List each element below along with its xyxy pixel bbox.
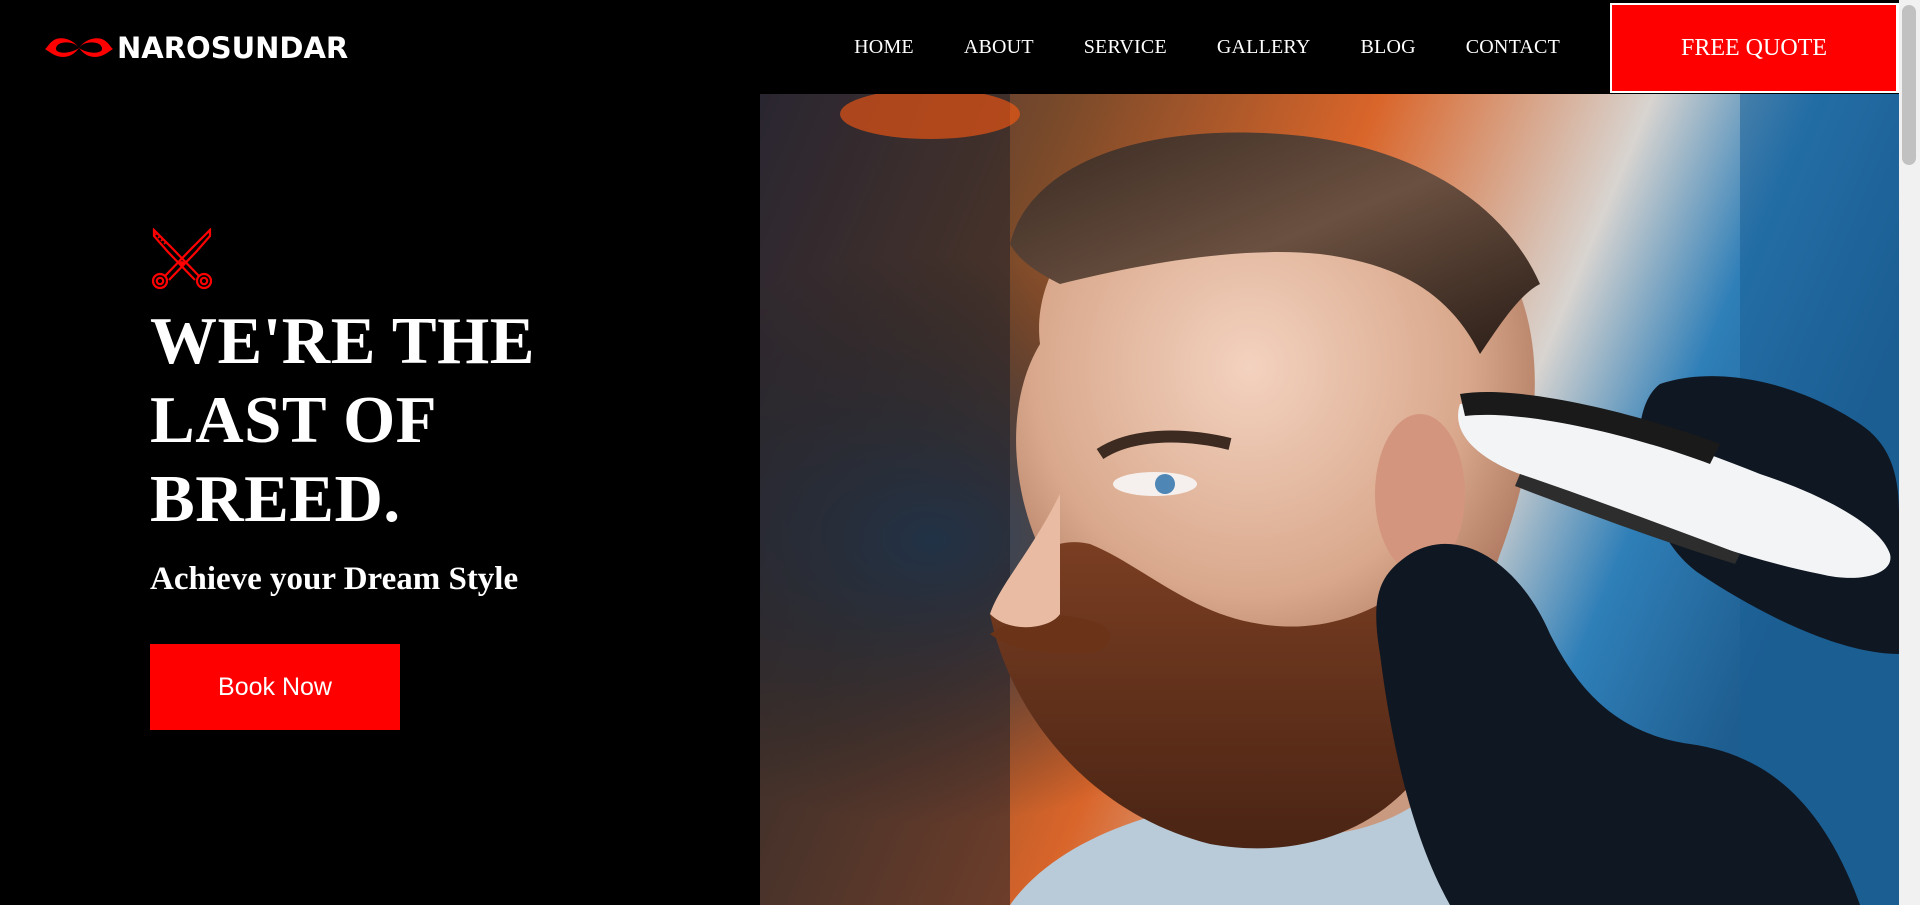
nav-blog[interactable]: BLOG	[1361, 0, 1416, 94]
nav-contact[interactable]: CONTACT	[1466, 0, 1560, 94]
scissors-icon	[151, 228, 213, 290]
headline-line: WE'RE THE	[150, 304, 535, 378]
hero-image	[760, 94, 1899, 905]
bottom-gap	[0, 905, 1920, 920]
free-quote-button[interactable]: FREE QUOTE	[1610, 3, 1899, 93]
headline-line: BREED.	[150, 462, 401, 536]
site-header: NAROSUNDAR HOME ABOUT SERVICE GALLERY BL…	[0, 0, 1899, 94]
scrollbar-thumb[interactable]	[1902, 5, 1916, 165]
brand-logo[interactable]: NAROSUNDAR	[45, 30, 348, 66]
mustache-icon	[45, 38, 113, 57]
nav-home[interactable]: HOME	[854, 0, 914, 94]
page-scrollbar[interactable]	[1899, 0, 1920, 905]
hero-subheadline: Achieve your Dream Style	[150, 561, 519, 597]
hero-headline: WE'RE THE LAST OF BREED.	[150, 302, 750, 539]
hero-content: WE'RE THE LAST OF BREED. Achieve your Dr…	[150, 228, 750, 730]
nav-about[interactable]: ABOUT	[964, 0, 1034, 94]
headline-line: LAST OF	[150, 383, 438, 457]
nav-gallery[interactable]: GALLERY	[1217, 0, 1311, 94]
main-nav: HOME ABOUT SERVICE GALLERY BLOG CONTACT …	[854, 0, 1899, 94]
nav-service[interactable]: SERVICE	[1084, 0, 1167, 94]
book-now-button[interactable]: Book Now	[150, 644, 400, 730]
barber-photo	[760, 94, 1899, 905]
brand-name: NAROSUNDAR	[117, 31, 349, 65]
page: NAROSUNDAR HOME ABOUT SERVICE GALLERY BL…	[0, 0, 1899, 905]
